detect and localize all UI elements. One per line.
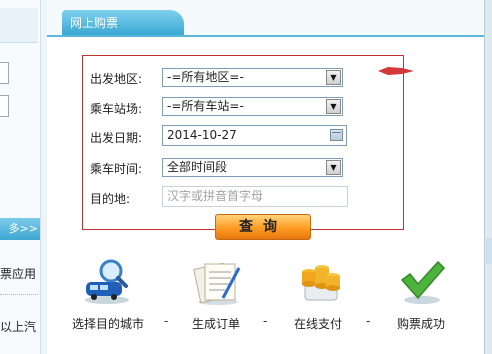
station-select[interactable]: -=所有车站=- ▼ xyxy=(162,97,343,116)
station-label: 乘车站场: xyxy=(90,102,143,116)
date-value: 2014-10-27 xyxy=(167,128,237,142)
destination-label: 目的地: xyxy=(90,192,131,206)
step-separator: - xyxy=(164,314,169,328)
calendar-icon[interactable] xyxy=(330,129,343,141)
right-panel-edge xyxy=(484,0,492,354)
station-value: -=所有车站=- xyxy=(167,99,244,113)
step-label-online-payment: 在线支付 xyxy=(294,317,343,331)
departure-area-value: -=所有地区=- xyxy=(167,70,244,84)
coins-payment-icon xyxy=(302,265,340,301)
chevron-down-icon[interactable]: ▼ xyxy=(326,160,341,175)
time-select[interactable]: 全部时间段 ▼ xyxy=(162,158,343,177)
step-separator: - xyxy=(366,314,371,328)
query-button[interactable]: 查询 xyxy=(215,214,311,240)
left-input-2[interactable] xyxy=(0,95,9,117)
divider xyxy=(0,294,38,295)
step-label-ticket-success: 购票成功 xyxy=(397,317,446,331)
left-text-2[interactable]: 以上汽 xyxy=(0,318,36,335)
red-arrow-icon xyxy=(378,67,414,75)
left-text-1[interactable]: 票应用 xyxy=(0,265,36,282)
step-label-generate-order: 生成订单 xyxy=(192,317,241,331)
destination-placeholder: 汉字或拼音首字母 xyxy=(167,189,264,203)
left-input-1[interactable] xyxy=(0,62,9,84)
chevron-down-icon[interactable]: ▼ xyxy=(326,99,341,114)
destination-input[interactable]: 汉字或拼音首字母 xyxy=(162,186,348,207)
time-value: 全部时间段 xyxy=(167,160,228,174)
left-section-more-link[interactable]: 多>> xyxy=(0,218,40,240)
left-panel-header xyxy=(0,8,38,43)
right-panel-block xyxy=(486,238,492,264)
step-separator: - xyxy=(263,314,268,328)
checkmark-icon xyxy=(400,260,446,304)
bus-search-icon xyxy=(85,259,129,304)
time-label: 乘车时间: xyxy=(90,162,143,176)
tab-underline xyxy=(47,35,484,37)
order-document-icon xyxy=(193,262,241,305)
chevron-down-icon[interactable]: ▼ xyxy=(326,70,341,85)
departure-area-select[interactable]: -=所有地区=- ▼ xyxy=(162,68,343,87)
date-label: 出发日期: xyxy=(90,131,143,145)
departure-area-label: 出发地区: xyxy=(90,72,143,86)
left-panel: 多>> 票应用 以上汽 xyxy=(0,0,41,354)
step-label-select-city: 选择目的城市 xyxy=(72,317,145,331)
tab-online-ticket[interactable]: 网上购票 xyxy=(62,10,184,36)
date-field[interactable]: 2014-10-27 xyxy=(162,125,347,146)
